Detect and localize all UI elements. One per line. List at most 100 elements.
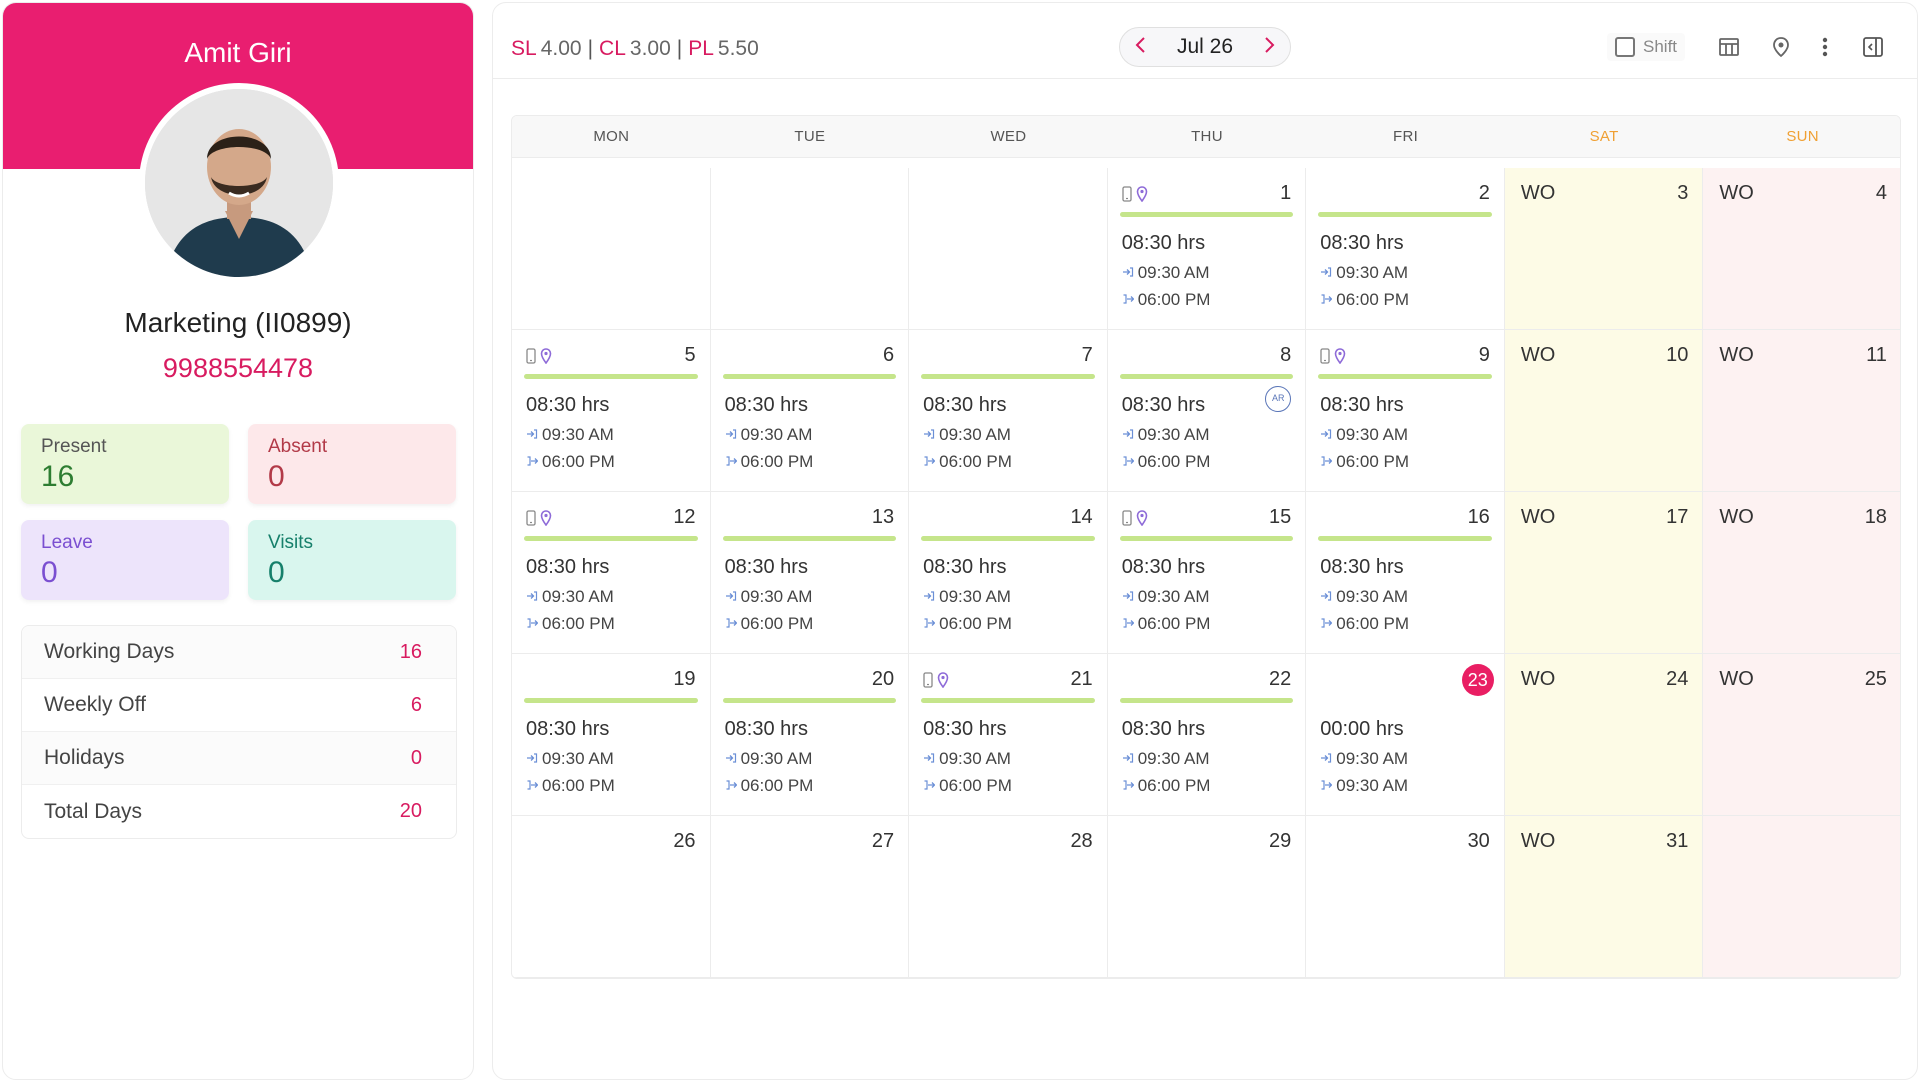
day-number: 16: [1467, 506, 1490, 528]
calendar-day-cell[interactable]: 24 WO: [1504, 654, 1704, 816]
calendar-day-cell[interactable]: 14 08:30 hrs 09:30 AM 06:00 PM: [909, 492, 1108, 654]
phone-number[interactable]: 9988554478: [3, 353, 473, 384]
calendar-day-cell[interactable]: 9 08:30 hrs 09:30 AM 06:00 PM: [1306, 330, 1505, 492]
location-pin-icon[interactable]: [1767, 33, 1795, 61]
check-out-time: 06:00 PM: [923, 614, 1012, 634]
calendar-day-cell[interactable]: 13 08:30 hrs 09:30 AM 06:00 PM: [710, 492, 910, 654]
check-out-value: 06:00 PM: [1336, 452, 1410, 471]
calendar-day-cell[interactable]: 31 WO: [1504, 816, 1704, 978]
department-label: Marketing (II0899): [124, 307, 352, 338]
check-out-value: 09:30 AM: [1336, 776, 1409, 795]
worked-hours: 08:30 hrs: [1320, 232, 1404, 254]
calendar-day-cell[interactable]: 10 WO: [1504, 330, 1704, 492]
leave-card[interactable]: Leave 0: [21, 520, 229, 600]
day-number: 8: [1280, 344, 1292, 366]
calendar-day-cell[interactable]: 11 WO: [1703, 330, 1900, 492]
calendar-day-cell[interactable]: 28: [909, 816, 1108, 978]
calendar-day-cell[interactable]: 23 00:00 hrs 09:30 AM 09:30 AM: [1306, 654, 1505, 816]
calendar-day-cell[interactable]: 8 AR 08:30 hrs 09:30 AM 06:00 PM: [1107, 330, 1307, 492]
punch-source-icons: [1122, 510, 1148, 531]
leave-value: 0: [41, 556, 58, 589]
balance-value-cl: 3.00: [629, 37, 671, 60]
check-in-icon: [725, 425, 737, 445]
punch-source-icons: [526, 510, 552, 531]
calendar-day-cell[interactable]: 2 08:30 hrs 09:30 AM 06:00 PM: [1306, 168, 1505, 330]
calendar-day-cell[interactable]: 12 08:30 hrs 09:30 AM 06:00 PM: [512, 492, 711, 654]
calendar-day-cell[interactable]: 30: [1306, 816, 1505, 978]
attendance-progress-bar: [1119, 374, 1294, 379]
calendar-day-cell[interactable]: 15 08:30 hrs 09:30 AM 06:00 PM: [1107, 492, 1307, 654]
calendar-day-cell[interactable]: 19 08:30 hrs 09:30 AM 06:00 PM: [512, 654, 711, 816]
calendar-day-cell[interactable]: 21 08:30 hrs 09:30 AM 06:00 PM: [909, 654, 1108, 816]
calendar-day-cell[interactable]: 6 08:30 hrs 09:30 AM 06:00 PM: [710, 330, 910, 492]
calendar-day-cell[interactable]: 29: [1107, 816, 1307, 978]
calendar-day-cell[interactable]: 25 WO: [1703, 654, 1900, 816]
check-in-icon: [923, 425, 935, 445]
balance-key-pl: PL: [688, 37, 714, 60]
check-out-value: 06:00 PM: [1137, 614, 1211, 633]
more-options-icon[interactable]: [1811, 33, 1839, 61]
calendar-layout-icon[interactable]: [1715, 33, 1743, 61]
day-number: 10: [1666, 344, 1689, 366]
day-number: 15: [1269, 506, 1292, 528]
calendar-day-cell[interactable]: 27: [710, 816, 910, 978]
worked-hours: 00:00 hrs: [1320, 718, 1404, 740]
current-month-label[interactable]: Jul 26: [1177, 35, 1233, 59]
absent-card[interactable]: Absent 0: [248, 424, 456, 504]
day-number: 6: [883, 344, 895, 366]
attendance-regularization-badge[interactable]: AR: [1265, 386, 1292, 412]
calendar-day-cell[interactable]: 22 08:30 hrs 09:30 AM 06:00 PM: [1107, 654, 1307, 816]
day-number: 30: [1467, 830, 1490, 852]
calendar-day-cell[interactable]: 26: [512, 816, 711, 978]
worked-hours: 08:30 hrs: [526, 394, 610, 416]
shift-checkbox[interactable]: [1615, 37, 1635, 57]
calendar-day-cell[interactable]: 18 WO: [1703, 492, 1900, 654]
check-in-time: 09:30 AM: [1122, 749, 1210, 769]
check-in-icon: [1320, 425, 1332, 445]
prev-month-chevron-left-icon[interactable]: [1134, 36, 1146, 58]
check-in-icon: [725, 587, 737, 607]
next-month-chevron-right-icon[interactable]: [1264, 36, 1276, 58]
day-number: 1: [1280, 182, 1292, 204]
avatar[interactable]: [139, 83, 339, 283]
worked-hours: 08:30 hrs: [526, 718, 610, 740]
day-number: 29: [1269, 830, 1292, 852]
mobile-icon: [526, 348, 536, 369]
weekday-wed: WED: [990, 128, 1027, 145]
summary-label: Holidays: [44, 746, 125, 769]
calendar-day-cell[interactable]: 17 WO: [1504, 492, 1704, 654]
day-number: 11: [1866, 344, 1887, 366]
attendance-progress-bar: [921, 374, 1095, 379]
balance-value-pl: 5.50: [717, 37, 759, 60]
calendar-day-cell[interactable]: 7 08:30 hrs 09:30 AM 06:00 PM: [909, 330, 1108, 492]
attendance-progress-bar: [722, 374, 897, 379]
balance-key-cl: CL: [599, 37, 626, 60]
day-number: 3: [1677, 182, 1689, 204]
check-out-value: 06:00 PM: [1137, 452, 1211, 471]
check-in-time: 09:30 AM: [725, 425, 812, 445]
attendance-progress-bar: [1318, 212, 1492, 217]
calendar-day-cell[interactable]: 5 08:30 hrs 09:30 AM 06:00 PM: [512, 330, 711, 492]
check-out-icon: [1320, 614, 1333, 634]
summary-row-working-days: Working Days 16: [22, 626, 456, 679]
calendar-day-cell[interactable]: 4 WO: [1703, 168, 1900, 330]
check-in-icon: [1320, 749, 1332, 769]
calendar-day-cell[interactable]: 20 08:30 hrs 09:30 AM 06:00 PM: [710, 654, 910, 816]
collapse-panel-icon[interactable]: [1859, 33, 1887, 61]
check-in-time: 09:30 AM: [1320, 263, 1408, 283]
worked-hours: 08:30 hrs: [1121, 394, 1206, 416]
summary-row-holidays: Holidays 0: [22, 732, 456, 785]
calendar-day-cell[interactable]: 1 08:30 hrs 09:30 AM 06:00 PM: [1107, 168, 1307, 330]
shift-toggle[interactable]: Shift: [1607, 33, 1686, 61]
check-out-icon: [725, 452, 737, 472]
visits-card[interactable]: Visits 0: [248, 520, 456, 600]
punch-source-icons: [1320, 348, 1346, 369]
check-in-icon: [725, 749, 737, 769]
day-number: 2: [1478, 182, 1490, 204]
present-card[interactable]: Present 16: [21, 424, 229, 504]
check-out-time: 06:00 PM: [1122, 776, 1210, 796]
avatar-image: [145, 89, 333, 277]
calendar-day-cell[interactable]: 3 WO: [1504, 168, 1704, 330]
check-out-time: 06:00 PM: [725, 614, 813, 634]
calendar-day-cell[interactable]: 16 08:30 hrs 09:30 AM 06:00 PM: [1306, 492, 1505, 654]
